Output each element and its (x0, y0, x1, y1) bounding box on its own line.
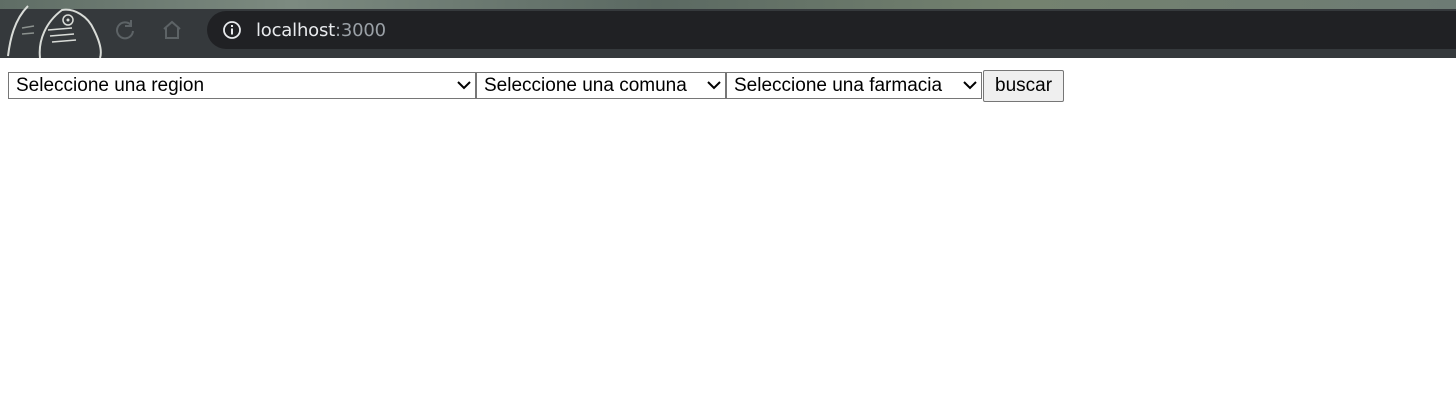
theme-artwork-icon (7, 5, 102, 58)
farmacia-select-value: Seleccione una farmacia (734, 75, 943, 96)
home-icon[interactable] (159, 17, 185, 43)
url-port: :3000 (335, 19, 386, 41)
chevron-down-icon (707, 81, 721, 90)
search-button[interactable]: buscar (983, 70, 1065, 102)
tab-strip-edge (0, 0, 1456, 9)
reload-icon[interactable] (112, 17, 138, 43)
address-bar[interactable]: localhost:3000 (207, 11, 1456, 49)
browser-toolbar: localhost:3000 (0, 0, 1456, 58)
chevron-down-icon (963, 81, 977, 90)
farmacia-select[interactable]: Seleccione una farmacia (726, 72, 982, 99)
url-text[interactable]: localhost:3000 (256, 20, 386, 41)
region-select-value: Seleccione una region (16, 75, 205, 96)
page-content: Seleccione una region Seleccione una com… (0, 58, 1456, 102)
comuna-select-value: Seleccione una comuna (484, 75, 687, 96)
search-form: Seleccione una region Seleccione una com… (8, 70, 1456, 102)
url-host: localhost (256, 19, 335, 41)
site-info-icon[interactable] (222, 20, 242, 40)
region-select[interactable]: Seleccione una region (8, 72, 476, 99)
comuna-select[interactable]: Seleccione una comuna (476, 72, 726, 99)
chevron-down-icon (457, 81, 471, 90)
